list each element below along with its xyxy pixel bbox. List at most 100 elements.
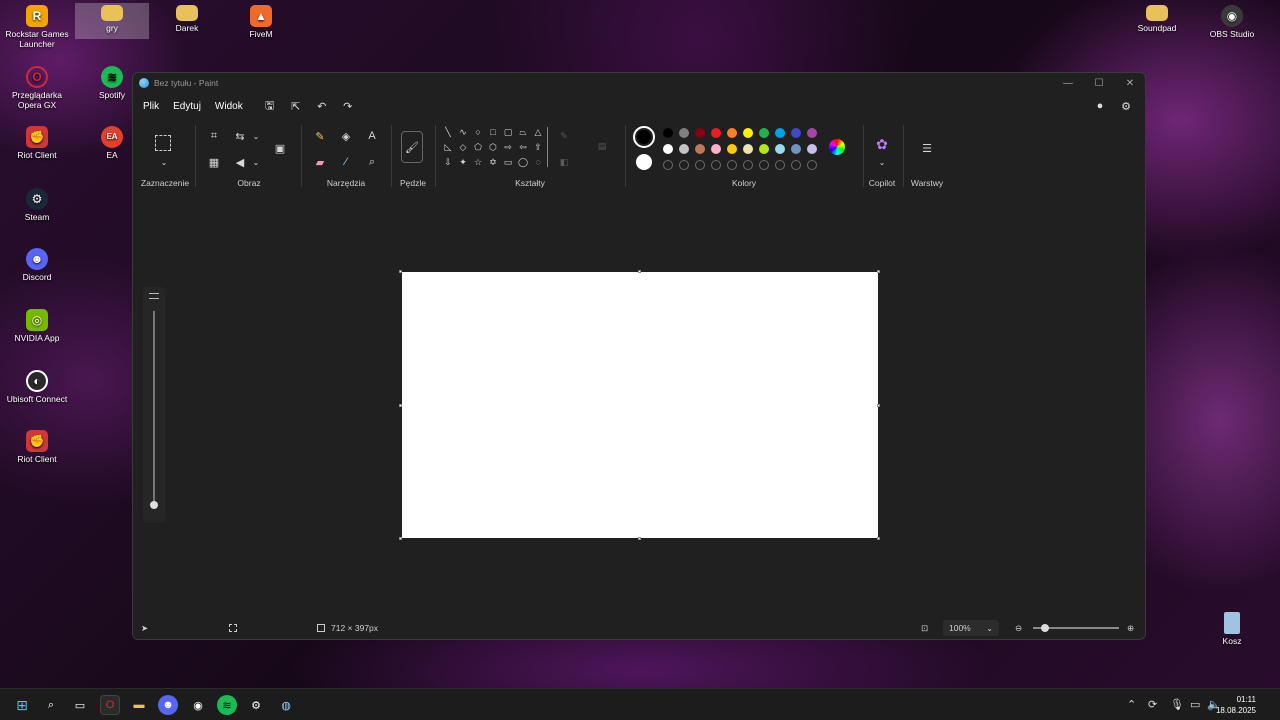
color-swatch[interactable] (679, 144, 689, 154)
task-view-icon[interactable]: ▭ (70, 695, 90, 715)
custom-color-slot[interactable] (775, 160, 785, 170)
zoom-out-icon[interactable]: ⊖ (1015, 623, 1022, 634)
star6-shape-icon[interactable]: ✡ (486, 155, 500, 169)
resize-handle-br[interactable] (877, 537, 880, 540)
desktop-icon-steam[interactable]: ⚙ Steam (0, 188, 74, 222)
custom-color-slot[interactable] (711, 160, 721, 170)
desktop-icon-soundpad[interactable]: Soundpad (1120, 5, 1194, 33)
custom-color-slot[interactable] (743, 160, 753, 170)
color-swatch[interactable] (775, 144, 785, 154)
secondary-color[interactable] (636, 154, 652, 170)
obs-taskbar-icon[interactable]: ◉ (188, 695, 208, 715)
show-hidden-icons-chevron-icon[interactable]: ⌃ (1127, 698, 1136, 711)
color-swatch[interactable] (807, 144, 817, 154)
diamond-shape-icon[interactable]: ◇ (456, 140, 470, 154)
desktop-icon-darek[interactable]: Darek (150, 5, 224, 33)
custom-color-slot[interactable] (663, 160, 673, 170)
crop-icon[interactable]: ⌗ (205, 127, 223, 145)
triangle-shape-icon[interactable]: △ (531, 125, 545, 139)
start-windows-icon[interactable]: ⊞ (12, 695, 32, 715)
resize-handle-tr[interactable] (877, 270, 880, 273)
custom-color-slot[interactable] (807, 160, 817, 170)
desktop-icon-nvidia[interactable]: ◎ NVIDIA App (0, 309, 74, 343)
zoom-slider-thumb[interactable] (1041, 624, 1049, 632)
color-swatch[interactable] (663, 128, 673, 138)
custom-color-slot[interactable] (791, 160, 801, 170)
image-creator-icon[interactable]: ▣ (271, 139, 289, 157)
close-button[interactable]: ✕ (1115, 73, 1145, 93)
color-swatch[interactable] (711, 128, 721, 138)
sync-icon[interactable]: ⟳ (1148, 698, 1157, 711)
desktop-icon-rockstar[interactable]: R Rockstar Games Launcher (0, 5, 74, 49)
rectangle-shape-icon[interactable]: □ (486, 125, 500, 139)
arrow-up-shape-icon[interactable]: ⇧ (531, 140, 545, 154)
vertical-zoom-slider[interactable] (143, 287, 165, 523)
color-swatch[interactable] (775, 128, 785, 138)
right-triangle-shape-icon[interactable]: ◺ (441, 140, 455, 154)
chevron-down-icon[interactable]: ⌄ (155, 153, 173, 171)
custom-color-slot[interactable] (695, 160, 705, 170)
edit-colors-wheel-icon[interactable] (829, 139, 845, 155)
color-swatch[interactable] (695, 128, 705, 138)
settings-gear-icon[interactable]: ⚙ (1113, 100, 1139, 113)
curve-shape-icon[interactable]: ∿ (456, 125, 470, 139)
primary-color[interactable] (633, 126, 655, 148)
color-swatch[interactable] (695, 144, 705, 154)
zoom-dropdown[interactable]: 100% ⌄ (943, 620, 999, 636)
microphone-icon[interactable]: 🎙 (1170, 698, 1184, 711)
eraser-icon[interactable]: ▰ (311, 153, 329, 171)
undo-icon[interactable]: ↶ (309, 100, 335, 113)
save-icon[interactable]: 🖫 (257, 97, 283, 116)
desktop-icon-riot-client[interactable]: ✊ Riot Client (0, 126, 74, 160)
desktop-icon-recycle-bin[interactable]: Kosz (1195, 612, 1269, 646)
color-swatch[interactable] (759, 128, 769, 138)
color-swatch[interactable] (679, 128, 689, 138)
file-explorer-icon[interactable]: ▬ (129, 695, 149, 715)
callout-cloud-shape-icon[interactable]: ◌ (531, 155, 545, 169)
color-swatch[interactable] (759, 144, 769, 154)
custom-color-slot[interactable] (727, 160, 737, 170)
network-icon[interactable]: ▭ (1190, 698, 1200, 711)
color-swatch[interactable] (727, 128, 737, 138)
callout-oval-shape-icon[interactable]: ◯ (516, 155, 530, 169)
resize-handle-tl[interactable] (399, 270, 402, 273)
color-swatch[interactable] (791, 144, 801, 154)
resize-handle-bl[interactable] (399, 537, 402, 540)
chevron-down-icon[interactable]: ⌄ (247, 127, 265, 145)
custom-color-slot[interactable] (759, 160, 769, 170)
color-swatch[interactable] (743, 128, 753, 138)
paint-taskbar-icon[interactable]: ◍ (276, 695, 296, 715)
desktop-icon-riot-client-2[interactable]: ✊ Riot Client (0, 430, 74, 464)
spotify-taskbar-icon[interactable]: ≋ (217, 695, 237, 715)
brush-icon[interactable]: 🖌 (401, 131, 423, 163)
arrow-right-shape-icon[interactable]: ⇨ (501, 140, 515, 154)
arrow-down-shape-icon[interactable]: ⇩ (441, 155, 455, 169)
custom-color-slot[interactable] (679, 160, 689, 170)
resize-handle-b[interactable] (638, 537, 641, 540)
menu-plik[interactable]: Plik (143, 101, 168, 112)
line-shape-icon[interactable]: ╲ (441, 125, 455, 139)
star5-shape-icon[interactable]: ☆ (471, 155, 485, 169)
color-swatch[interactable] (807, 128, 817, 138)
clock[interactable]: 01:11 18.08.2025 (1216, 694, 1256, 716)
slider-thumb[interactable] (150, 501, 158, 509)
shapes-scrollbar[interactable] (547, 127, 548, 167)
zoom-in-icon[interactable]: ⊕ (1127, 623, 1134, 634)
resize-handle-r[interactable] (877, 404, 880, 407)
color-swatch[interactable] (743, 144, 753, 154)
desktop-icon-fivem[interactable]: ▲ FiveM (224, 5, 298, 39)
desktop-icon-opera-gx[interactable]: O Przeglądarka Opera GX (0, 66, 74, 110)
oval-shape-icon[interactable]: ○ (471, 125, 485, 139)
opera-gx-taskbar-icon[interactable]: O (100, 695, 120, 715)
share-icon[interactable]: ⇱ (283, 100, 309, 113)
chevron-down-icon[interactable]: ⌄ (247, 153, 265, 171)
minimize-button[interactable]: — (1053, 73, 1083, 93)
desktop-icon-obs[interactable]: ◉ OBS Studio (1195, 5, 1269, 39)
resize-handle-l[interactable] (399, 404, 402, 407)
maximize-button[interactable]: ☐ (1084, 73, 1114, 93)
desktop-icon-ubisoft[interactable]: ◐ Ubisoft Connect (0, 370, 74, 404)
polygon-shape-icon[interactable]: ⏢ (516, 125, 530, 139)
fill-bucket-icon[interactable]: ◈ (337, 127, 355, 145)
color-swatch[interactable] (727, 144, 737, 154)
rounded-rectangle-shape-icon[interactable]: ▢ (501, 125, 515, 139)
